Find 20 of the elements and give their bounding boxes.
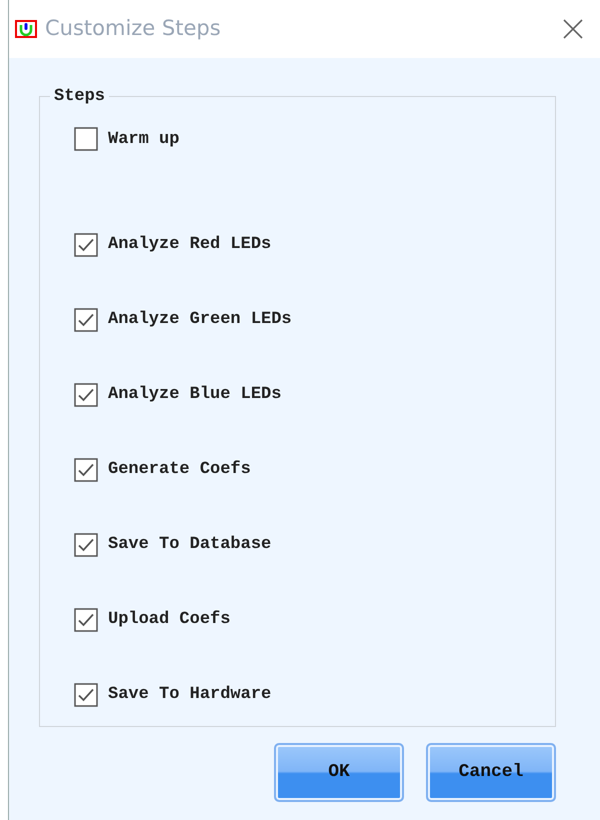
checkbox[interactable] — [74, 127, 98, 151]
checkbox[interactable] — [74, 532, 98, 556]
checkbox[interactable] — [74, 608, 98, 632]
checkbox[interactable] — [74, 382, 98, 406]
checkbox-label: Warm up — [108, 129, 180, 151]
checkbox-label: Upload Coefs — [108, 608, 230, 631]
window-title: Customize Steps — [45, 15, 221, 42]
checkbox-label: Analyze Blue LEDs — [108, 384, 282, 406]
checkbox-label: Save To Database — [108, 534, 272, 556]
checkbox[interactable] — [74, 232, 98, 256]
checkbox[interactable] — [74, 308, 98, 332]
checkbox[interactable] — [74, 682, 98, 706]
ok-button[interactable]: OK — [274, 743, 404, 802]
checkbox-label: Analyze Green LEDs — [108, 308, 292, 331]
checkbox-label: Generate Coefs — [108, 458, 251, 481]
cancel-button[interactable]: Cancel — [426, 743, 556, 802]
checkbox[interactable] — [74, 458, 98, 482]
app-icon — [15, 20, 37, 38]
checkbox-label: Analyze Red LEDs — [108, 234, 272, 256]
checkbox-label: Save To Hardware — [108, 684, 272, 706]
